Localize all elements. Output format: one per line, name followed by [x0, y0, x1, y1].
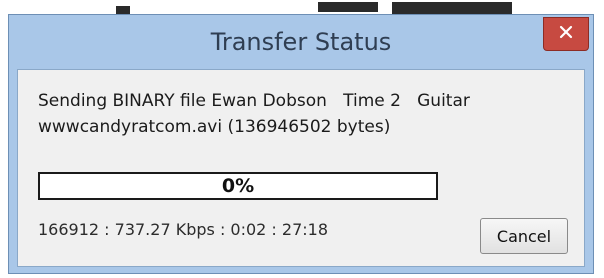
background-text-fragment [392, 2, 512, 14]
cancel-button[interactable]: Cancel [480, 218, 568, 254]
background-text-fragment [116, 6, 130, 14]
background-text-fragment [318, 2, 378, 12]
progress-percent: 0% [221, 175, 255, 197]
progress-bar: 0% [38, 172, 438, 200]
dialog-content: Sending BINARY file Ewan Dobson Time 2 G… [17, 69, 585, 267]
transfer-message-line2: wwwcandyratcom.avi (136946502 bytes) [38, 117, 391, 137]
transfer-status-dialog: Transfer Status Sending BINARY file Ewan… [8, 14, 594, 274]
transfer-message-line1: Sending BINARY file Ewan Dobson Time 2 G… [38, 91, 470, 111]
close-button[interactable] [543, 17, 589, 51]
dialog-title: Transfer Status [210, 28, 392, 56]
transfer-message: Sending BINARY file Ewan Dobson Time 2 G… [38, 88, 578, 140]
transfer-stats: 166912 : 737.27 Kbps : 0:02 : 27:18 [38, 220, 329, 239]
close-icon [559, 25, 573, 44]
background-app-strip [0, 0, 604, 14]
